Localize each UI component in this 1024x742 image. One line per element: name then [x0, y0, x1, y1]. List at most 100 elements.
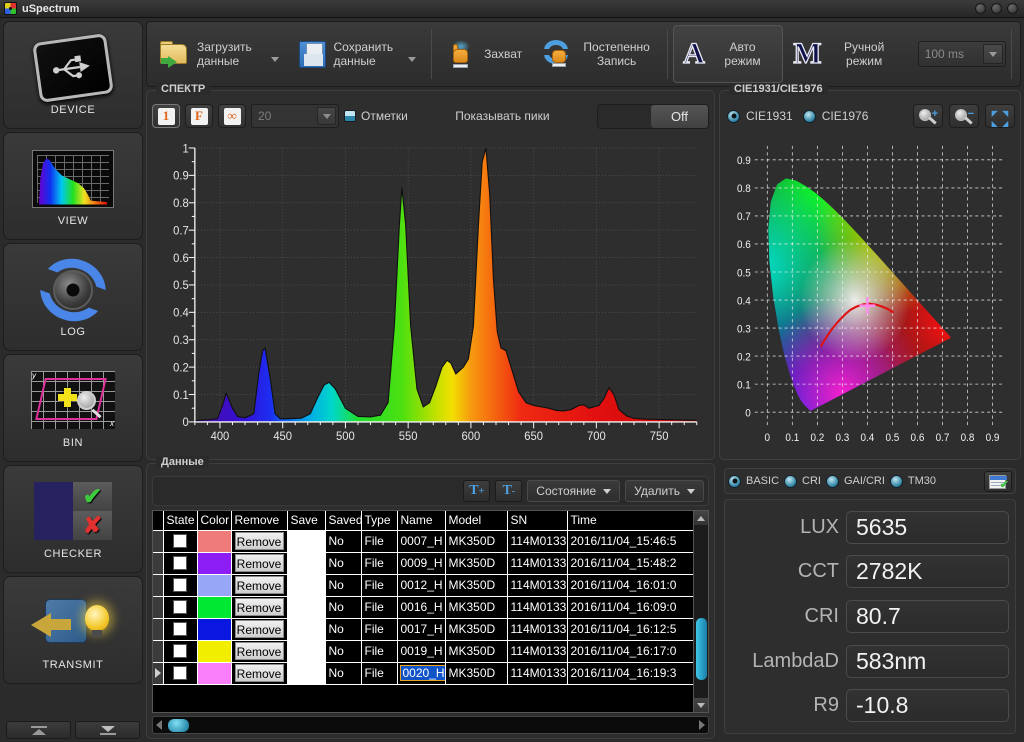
- row-name-cell[interactable]: 0020_H: [397, 662, 446, 685]
- row-state-cell[interactable]: [163, 574, 198, 597]
- tab-tm30[interactable]: TM30: [908, 475, 936, 487]
- capture-button[interactable]: Захват: [437, 25, 532, 83]
- close-button[interactable]: [1007, 3, 1018, 14]
- row-handle[interactable]: [153, 662, 164, 685]
- row-state-checkbox[interactable]: [173, 622, 187, 636]
- radio-cie1976-label[interactable]: CIE1976: [822, 109, 869, 123]
- scroll-up-button[interactable]: [6, 721, 71, 739]
- fit-to-view-icon[interactable]: ◤ ◥ ◣ ◢: [985, 104, 1015, 128]
- table-row[interactable]: Remove No File 0019_H MK350D 114M0133 2016/11/…: [153, 640, 693, 663]
- tab-cri[interactable]: CRI: [802, 475, 821, 487]
- row-save-cell[interactable]: [287, 552, 326, 575]
- scroll-up-arrow-icon[interactable]: [694, 511, 708, 525]
- row-color-cell[interactable]: [197, 530, 232, 553]
- row-state-checkbox[interactable]: [173, 666, 187, 680]
- row-save-cell[interactable]: [287, 530, 326, 553]
- chevron-down-icon[interactable]: [317, 107, 336, 125]
- row-save-cell[interactable]: [287, 618, 326, 641]
- table-header-type[interactable]: Type: [361, 511, 398, 531]
- row-handle[interactable]: [153, 552, 164, 575]
- table-header-saved[interactable]: Saved: [325, 511, 362, 531]
- table-row[interactable]: Remove No File 0007_H MK350D 114M0133 2016/11/…: [153, 530, 693, 553]
- sidebar-item-device[interactable]: DEVICE: [3, 21, 143, 129]
- tab-gaicri-radio[interactable]: [825, 474, 839, 488]
- marks-checkbox[interactable]: [344, 110, 356, 122]
- single-mode-button[interactable]: 1: [152, 104, 180, 128]
- row-state-cell[interactable]: [163, 530, 198, 553]
- row-remove-cell[interactable]: Remove: [231, 618, 288, 641]
- row-color-cell[interactable]: [197, 574, 232, 597]
- row-name-cell[interactable]: 0016_H: [397, 596, 446, 619]
- table-header-remove[interactable]: Remove: [231, 511, 288, 531]
- scroll-down-button[interactable]: [75, 721, 140, 739]
- table-header-color[interactable]: Color: [197, 511, 232, 531]
- tab-basic[interactable]: BASIC: [746, 475, 779, 487]
- row-color-cell[interactable]: [197, 552, 232, 575]
- spectrum-chart[interactable]: 0 0.1 0.2 0.3 0.4 0.5 0.6 0.7 0.8 0.9 1 400 450 500 55…: [152, 133, 709, 454]
- table-row[interactable]: Remove No File 0016_H MK350D 114M0133 2016/11/…: [153, 596, 693, 619]
- row-name-cell[interactable]: 0007_H: [397, 530, 446, 553]
- radio-cie1931-label[interactable]: CIE1931: [746, 109, 793, 123]
- cie-chromaticity-chart[interactable]: 0 0.1 0.2 0.3 0.4 0.5 0.6 0.7 0.8 0.9 0 0.1 0.2 0.3 0.…: [725, 133, 1015, 454]
- tab-tm30-radio[interactable]: [889, 474, 903, 488]
- row-handle[interactable]: [153, 530, 164, 553]
- scroll-down-arrow-icon[interactable]: [694, 698, 708, 712]
- horizontal-scroll-thumb[interactable]: [168, 718, 189, 732]
- table-row[interactable]: Remove No File 0017_H MK350D 114M0133 2016/11/…: [153, 618, 693, 641]
- row-color-cell[interactable]: [197, 596, 232, 619]
- table-row[interactable]: Remove No File 0009_H MK350D 114M0133 2016/11/…: [153, 552, 693, 575]
- row-color-cell[interactable]: [197, 618, 232, 641]
- row-state-cell[interactable]: [163, 596, 198, 619]
- row-state-cell[interactable]: [163, 618, 198, 641]
- load-data-button[interactable]: Загрузить данные: [150, 25, 289, 83]
- table-header-name[interactable]: Name: [397, 511, 446, 531]
- auto-mode-button[interactable]: A Авто режим: [673, 25, 784, 83]
- vertical-scroll-thumb[interactable]: [696, 618, 707, 680]
- minimize-button[interactable]: [975, 3, 986, 14]
- scroll-right-arrow-icon[interactable]: [699, 720, 705, 730]
- row-state-cell[interactable]: [163, 640, 198, 663]
- row-handle[interactable]: [153, 640, 164, 663]
- row-color-cell[interactable]: [197, 662, 232, 685]
- sidebar-item-bin[interactable]: yx BIN: [3, 354, 143, 462]
- row-name-cell[interactable]: 0017_H: [397, 618, 446, 641]
- tab-cri-radio[interactable]: [784, 474, 798, 488]
- export-spreadsheet-icon[interactable]: ✔: [984, 470, 1012, 492]
- row-remove-cell[interactable]: Remove: [231, 640, 288, 663]
- table-row[interactable]: Remove No File 0012_H MK350D 114M0133 2016/11/…: [153, 574, 693, 597]
- trace-count-select[interactable]: 20: [251, 104, 339, 128]
- remove-button[interactable]: Remove: [234, 642, 284, 660]
- row-handle[interactable]: [153, 596, 164, 619]
- row-save-cell[interactable]: [287, 662, 326, 685]
- row-color-cell[interactable]: [197, 640, 232, 663]
- row-name-cell[interactable]: 0019_H: [397, 640, 446, 663]
- row-state-checkbox[interactable]: [173, 534, 187, 548]
- chevron-down-icon[interactable]: [408, 57, 417, 62]
- row-handle[interactable]: [153, 618, 164, 641]
- exposure-time-select[interactable]: 100 ms: [917, 41, 1006, 67]
- row-state-cell[interactable]: [163, 552, 198, 575]
- row-state-checkbox[interactable]: [173, 600, 187, 614]
- row-remove-cell[interactable]: Remove: [231, 552, 288, 575]
- radio-cie1931[interactable]: [727, 109, 740, 123]
- row-save-cell[interactable]: [287, 596, 326, 619]
- table-header-sn[interactable]: SN: [507, 511, 568, 531]
- remove-button[interactable]: Remove: [234, 576, 284, 594]
- chevron-down-icon[interactable]: [271, 57, 280, 62]
- table-header-state[interactable]: State: [163, 511, 198, 531]
- row-handle[interactable]: [153, 574, 164, 597]
- tab-basic-radio[interactable]: [728, 474, 741, 488]
- remove-button[interactable]: Remove: [234, 532, 284, 550]
- row-state-cell[interactable]: [163, 662, 198, 685]
- table-header-save[interactable]: Save: [287, 511, 326, 531]
- row-state-checkbox[interactable]: [173, 556, 187, 570]
- remove-button[interactable]: Remove: [234, 620, 284, 638]
- zoom-out-icon[interactable]: −: [949, 104, 979, 128]
- state-menu-button[interactable]: Состояние: [527, 480, 621, 502]
- freeze-mode-button[interactable]: F: [185, 104, 213, 128]
- row-remove-cell[interactable]: Remove: [231, 530, 288, 553]
- sidebar-item-transmit[interactable]: TRANSMIT: [3, 576, 143, 684]
- continuous-record-button[interactable]: Постепенно Запись: [532, 25, 662, 83]
- row-state-checkbox[interactable]: [173, 578, 187, 592]
- zoom-in-icon[interactable]: +: [913, 104, 943, 128]
